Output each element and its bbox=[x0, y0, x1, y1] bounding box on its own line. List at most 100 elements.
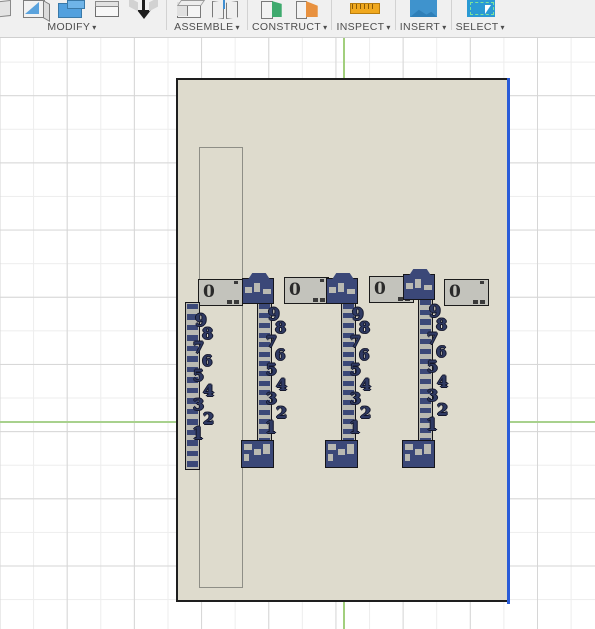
select-window-icon[interactable] bbox=[463, 0, 497, 21]
toolbar-group-modify-label: MODIFY ▾ bbox=[47, 21, 96, 34]
ladder-step-digit: 2 bbox=[360, 403, 372, 422]
ladder-rung bbox=[419, 408, 432, 414]
cap-cutout bbox=[263, 444, 270, 454]
cap-cutout bbox=[254, 449, 261, 455]
ladder-rung bbox=[419, 378, 432, 384]
ladder-rung bbox=[186, 387, 199, 394]
ladder-rung bbox=[342, 409, 355, 415]
toolbar-group-assemble[interactable]: ASSEMBLE ▾ bbox=[171, 0, 243, 37]
insert-mcmaster-icon[interactable] bbox=[406, 0, 440, 21]
modify-label-text: MODIFY bbox=[47, 21, 91, 33]
ribbon-toolbar: MODIFY ▾ ASSEMBLE ▾ CONSTRUCT ▾ INSPECT … bbox=[0, 0, 595, 38]
ladder-step-digit: 2 bbox=[437, 400, 449, 419]
ladder-step-digit: 1 bbox=[192, 424, 204, 444]
ladder-2[interactable]: 987654321 bbox=[241, 258, 331, 470]
cap-cutout bbox=[406, 283, 413, 289]
cap-cutout bbox=[244, 444, 252, 450]
insert-icon-row bbox=[405, 0, 441, 20]
ladder-step-digit: 4 bbox=[437, 372, 449, 391]
cap-cutout bbox=[415, 449, 422, 455]
toolbar-divider bbox=[450, 0, 452, 30]
ladder-step-digit: 2 bbox=[203, 409, 215, 428]
ladder-step-digit: 1 bbox=[265, 418, 277, 438]
ladder-top-peak bbox=[247, 273, 271, 281]
toolbar-group-construct[interactable]: CONSTRUCT ▾ bbox=[252, 0, 327, 37]
cap-cutout bbox=[338, 449, 345, 455]
toolbar-divider bbox=[247, 0, 248, 30]
cap-cutout bbox=[347, 289, 355, 294]
selected-edge-highlight[interactable] bbox=[507, 78, 510, 604]
toolbar-group-insert[interactable]: INSERT ▾ bbox=[399, 0, 447, 37]
toolbar-group-construct-label: CONSTRUCT ▾ bbox=[252, 21, 327, 34]
fillet-icon[interactable] bbox=[19, 0, 53, 23]
ladder-rung bbox=[258, 409, 271, 415]
ladder-rung bbox=[419, 349, 432, 355]
toolbar-divider bbox=[394, 0, 396, 30]
toolbar-group-modify[interactable]: MODIFY ▾ bbox=[0, 0, 162, 37]
toolbar-group-inspect-label: INSPECT ▾ bbox=[336, 21, 390, 34]
toolbar-group-select-label: SELECT ▾ bbox=[456, 21, 505, 34]
plane-at-angle-icon[interactable] bbox=[291, 0, 325, 21]
chevron-down-icon[interactable]: ▾ bbox=[323, 23, 327, 32]
chevron-down-icon[interactable]: ▾ bbox=[386, 23, 390, 32]
toolbar-group-select[interactable]: SELECT ▾ bbox=[456, 0, 505, 37]
shell-icon[interactable] bbox=[55, 0, 89, 21]
cap-cutout bbox=[347, 444, 354, 454]
ladder-step-digit: 4 bbox=[203, 381, 215, 400]
ladder-rung bbox=[186, 450, 199, 457]
construct-label-text: CONSTRUCT bbox=[252, 21, 322, 33]
cap-cutout bbox=[329, 287, 336, 293]
cap-cutout bbox=[424, 444, 431, 454]
ladder-top-peak bbox=[408, 269, 432, 277]
cap-cutout bbox=[244, 454, 249, 461]
cap-cutout bbox=[254, 283, 260, 292]
cap-cutout bbox=[328, 454, 333, 461]
ladder-rung bbox=[342, 351, 355, 357]
chevron-down-icon[interactable]: ▾ bbox=[442, 23, 446, 32]
chevron-down-icon[interactable]: ▾ bbox=[501, 23, 505, 32]
ladder-step-digit: 2 bbox=[276, 403, 288, 422]
draft-icon[interactable] bbox=[91, 0, 125, 21]
ladder-step-digit: 1 bbox=[426, 415, 438, 435]
ladder-rung bbox=[342, 380, 355, 386]
toolbar-divider bbox=[331, 0, 333, 30]
ladder-rung bbox=[258, 380, 271, 386]
toolbar-group-inspect[interactable]: INSPECT ▾ bbox=[336, 0, 390, 37]
offset-plane-icon[interactable] bbox=[255, 0, 289, 21]
ladder-step-digit: 1 bbox=[349, 418, 361, 438]
ladder-4[interactable]: 987654321 bbox=[402, 256, 492, 470]
chevron-down-icon[interactable]: ▾ bbox=[92, 23, 96, 32]
modify-icon-row bbox=[0, 0, 162, 23]
construct-icon-row bbox=[254, 0, 326, 20]
cap-cutout bbox=[263, 289, 271, 294]
cap-cutout bbox=[245, 287, 252, 293]
press-pull-icon[interactable] bbox=[0, 0, 17, 21]
assemble-icon-row bbox=[171, 0, 243, 20]
toolbar-group-assemble-label: ASSEMBLE ▾ bbox=[174, 21, 240, 34]
ladder-rung bbox=[186, 303, 199, 310]
joint-icon[interactable] bbox=[208, 0, 242, 21]
ladder-step-digit: 4 bbox=[276, 375, 288, 394]
cap-cutout bbox=[424, 285, 432, 290]
measure-icon[interactable] bbox=[347, 0, 381, 21]
ladder-top-peak bbox=[331, 273, 355, 281]
ladder-rung bbox=[258, 351, 271, 357]
cap-cutout bbox=[328, 444, 336, 450]
ladder-rung bbox=[186, 461, 199, 467]
fusion360-window: MODIFY ▾ ASSEMBLE ▾ CONSTRUCT ▾ INSPECT … bbox=[0, 0, 595, 629]
assemble-label-text: ASSEMBLE bbox=[174, 21, 234, 33]
ladder-rung bbox=[186, 356, 199, 362]
ladder-step-digit: 4 bbox=[360, 375, 372, 394]
chevron-down-icon[interactable]: ▾ bbox=[236, 23, 240, 32]
toolbar-divider bbox=[166, 0, 167, 30]
insert-label-text: INSERT bbox=[399, 21, 441, 33]
new-component-icon[interactable] bbox=[172, 0, 206, 21]
ribbon-toolbar-inner: MODIFY ▾ ASSEMBLE ▾ CONSTRUCT ▾ INSPECT … bbox=[0, 0, 505, 37]
cap-cutout bbox=[415, 279, 421, 288]
cap-cutout bbox=[405, 454, 410, 461]
move-copy-icon[interactable] bbox=[127, 0, 161, 21]
cap-cutout bbox=[338, 283, 344, 292]
inspect-label-text: INSPECT bbox=[336, 21, 385, 33]
cad-viewport[interactable]: 0 0 0 0 987654321 987654321 987654321 98… bbox=[0, 38, 595, 629]
inspect-icon-row bbox=[346, 0, 382, 20]
